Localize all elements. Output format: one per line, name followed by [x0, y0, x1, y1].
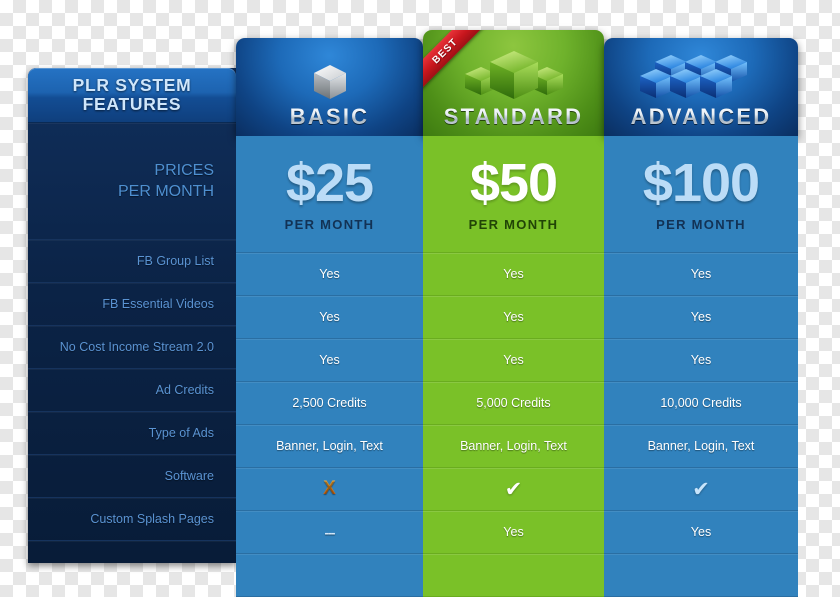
plan-cell: 10,000 Credits [604, 382, 798, 425]
cell-value: Yes [503, 310, 524, 324]
cell-value: Yes [319, 267, 340, 281]
cell-value: 5,000 Credits [476, 396, 551, 410]
cell-value: Banner, Login, Text [647, 439, 755, 453]
cell-value: Yes [690, 353, 712, 367]
plan-header-advanced: ADVANCED ADVANCED [604, 38, 798, 136]
plan-column-basic[interactable]: BASIC BASIC $25 PER MONTH Yes Yes Yes 2,… [236, 38, 423, 597]
cell-value: Yes [503, 525, 524, 539]
plan-name-advanced: ADVANCED [630, 104, 772, 129]
price-cell-advanced: $100 PER MONTH [604, 136, 798, 253]
cell-value: Yes [690, 267, 712, 281]
plan-cell: Yes [604, 339, 798, 382]
feature-label-row: Software [28, 455, 236, 498]
plan-cell: Yes [604, 511, 798, 554]
plan-column-standard[interactable]: BEST STANDARD $50 PER MONTH Yes Yes Yes … [423, 30, 604, 597]
feature-label: Ad Credits [155, 383, 214, 397]
feature-label: Custom Splash Pages [90, 512, 214, 526]
plan-name-basic: BASIC [289, 104, 370, 129]
plan-header-standard: BEST STANDARD [423, 30, 604, 136]
feature-label-row: FB Essential Videos [28, 283, 236, 326]
cell-value: Yes [319, 353, 340, 367]
price-period-basic: PER MONTH [284, 217, 375, 232]
plan-cell: Yes [423, 296, 604, 339]
cell-value: 2,500 Credits [292, 396, 367, 410]
price-cell-standard: $50 PER MONTH [423, 136, 604, 253]
plan-header-basic: BASIC BASIC [236, 38, 423, 136]
cross-icon: X [323, 478, 336, 499]
pricing-table: PLR SYSTEM FEATURES PRICES PER MONTH FB … [0, 0, 840, 597]
features-price-label: PRICES PER MONTH [118, 160, 214, 202]
plan-cell: ✔ [423, 468, 604, 511]
plan-cell: Yes [423, 511, 604, 554]
feature-label-row: Custom Splash Pages [28, 498, 236, 541]
cell-value: Yes [319, 310, 340, 324]
plan-cell: Yes [423, 339, 604, 382]
plan-body-basic: $25 PER MONTH Yes Yes Yes 2,500 Credits … [236, 136, 423, 597]
features-header-title: PLR SYSTEM FEATURES [73, 76, 192, 114]
plan-cell-partial [604, 554, 798, 597]
feature-label-row: Type of Ads [28, 412, 236, 455]
plan-cell: 2,500 Credits [236, 382, 423, 425]
feature-label-row: No Cost Income Stream 2.0 [28, 326, 236, 369]
features-header-line1: PLR SYSTEM [72, 75, 192, 95]
plan-body-advanced: $100 PER MONTH Yes Yes Yes 10,000 Credit… [604, 136, 798, 597]
price-period-advanced: PER MONTH [656, 217, 746, 232]
cell-value: Yes [690, 310, 712, 324]
feature-label: FB Essential Videos [102, 297, 214, 311]
cell-value: Yes [503, 267, 524, 281]
features-header-line2: FEATURES [82, 94, 182, 114]
price-amount-standard: $50 [469, 153, 558, 213]
plan-cell: 5,000 Credits [423, 382, 604, 425]
plan-cell: Yes [604, 296, 798, 339]
cell-value: Yes [503, 353, 524, 367]
feature-label-row: Ad Credits [28, 369, 236, 412]
price-period-standard: PER MONTH [468, 217, 559, 232]
plan-cell: Yes [236, 339, 423, 382]
plan-cell: ✔ [604, 468, 798, 511]
checkmark-icon: ✔ [504, 477, 523, 501]
price-amount-basic: $25 [285, 153, 374, 213]
feature-label-row: FB Group List [28, 240, 236, 283]
feature-label: Software [164, 469, 214, 483]
features-price-label-cell: PRICES PER MONTH [28, 123, 236, 240]
plan-cell: Yes [236, 253, 423, 296]
plan-cell: Banner, Login, Text [236, 425, 423, 468]
features-price-label-line1: PRICES [154, 162, 214, 179]
checkmark-icon: ✔ [692, 477, 710, 501]
feature-label: Type of Ads [148, 426, 214, 440]
single-gray-cube-icon [236, 57, 423, 103]
features-column: PLR SYSTEM FEATURES PRICES PER MONTH FB … [28, 68, 236, 563]
feature-label: No Cost Income Stream 2.0 [59, 340, 214, 354]
plan-name-standard: STANDARD [443, 104, 584, 129]
cell-value: --- [324, 524, 336, 540]
multi-blue-cube-icon [604, 55, 798, 103]
features-price-label-line2: PER MONTH [118, 183, 214, 200]
price-amount-advanced: $100 [642, 153, 760, 213]
plan-cell-partial [423, 554, 604, 597]
cell-value: Banner, Login, Text [460, 439, 567, 453]
plan-cell: Yes [423, 253, 604, 296]
cell-value: 10,000 Credits [660, 396, 742, 410]
feature-label: FB Group List [136, 254, 214, 268]
plan-cell: X [236, 468, 423, 511]
cell-value: Banner, Login, Text [276, 439, 383, 453]
plan-cell: Yes [236, 296, 423, 339]
plan-column-advanced[interactable]: ADVANCED ADVANCED $100 PER MONTH Yes Yes… [604, 38, 798, 597]
plan-cell: Banner, Login, Text [423, 425, 604, 468]
features-column-header: PLR SYSTEM FEATURES [28, 68, 236, 123]
plan-cell-partial [236, 554, 423, 597]
plan-cell: --- [236, 511, 423, 554]
cell-value: Yes [690, 525, 712, 539]
feature-label-row-partial [28, 541, 236, 563]
plan-cell: Yes [604, 253, 798, 296]
plan-cell: Banner, Login, Text [604, 425, 798, 468]
plan-body-standard: $50 PER MONTH Yes Yes Yes 5,000 Credits … [423, 136, 604, 597]
price-cell-basic: $25 PER MONTH [236, 136, 423, 253]
